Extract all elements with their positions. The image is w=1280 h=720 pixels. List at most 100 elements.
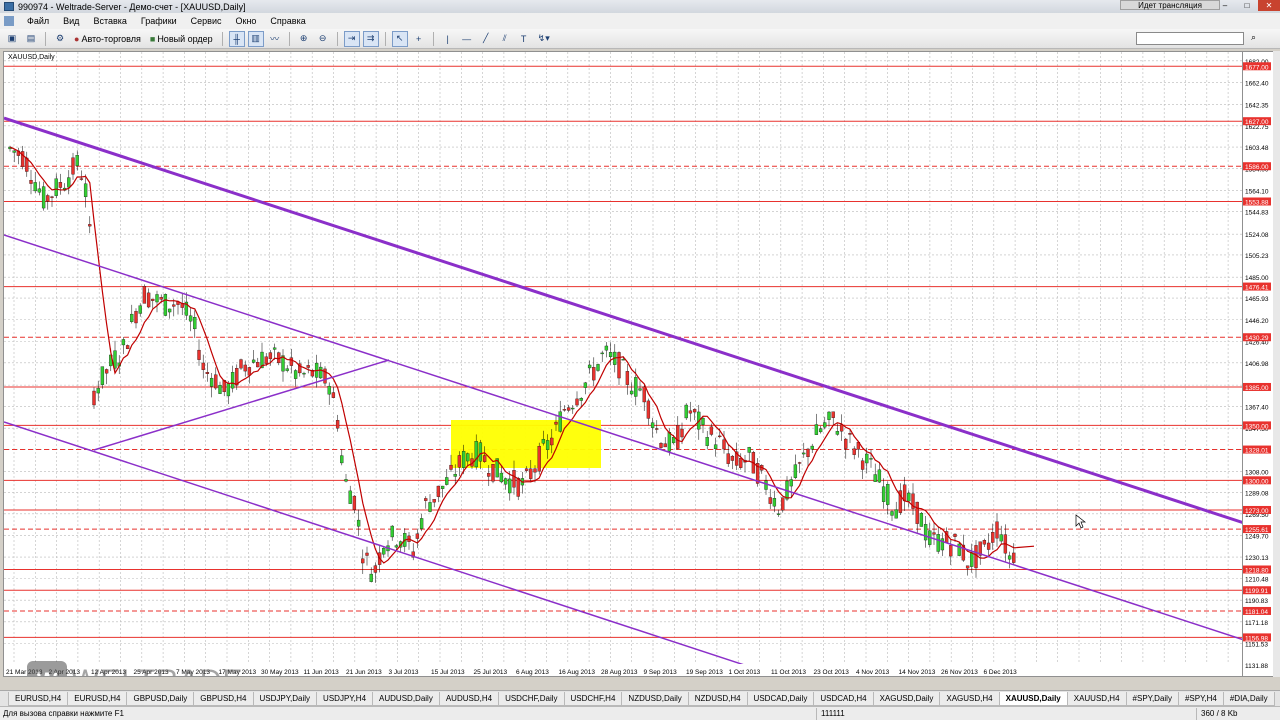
zoom-in-icon[interactable]: ⊕ xyxy=(296,31,312,47)
close-button[interactable]: ✕ xyxy=(1258,0,1280,11)
chart-tab[interactable]: USDJPY,H4 xyxy=(316,691,374,706)
toolbar-separator xyxy=(45,31,46,46)
candle xyxy=(29,180,33,184)
candle xyxy=(533,468,537,473)
new-chart-icon[interactable]: ▣ xyxy=(4,31,20,47)
horizontal-line-icon[interactable]: — xyxy=(459,31,475,47)
scrollbar[interactable] xyxy=(1273,51,1280,677)
chart-shift-icon[interactable]: ⇥ xyxy=(343,30,360,47)
chart-tab[interactable]: AUDUSD,Daily xyxy=(372,691,440,706)
candle xyxy=(356,519,361,527)
date-label: 28 Aug 2013 xyxy=(601,669,638,676)
status-field: 111111 xyxy=(816,708,845,720)
candle xyxy=(970,552,974,567)
bar-chart-icon[interactable]: ╫ xyxy=(228,30,245,47)
chart-tab[interactable]: GBPUSD,Daily xyxy=(126,691,195,706)
toolbar-separator xyxy=(432,31,434,46)
menu-insert[interactable]: Вставка xyxy=(86,16,133,26)
minimize-button[interactable]: – xyxy=(1214,0,1236,11)
candle xyxy=(373,565,378,573)
chart-tab[interactable]: XAUUSD,H4 xyxy=(1066,691,1127,706)
text-icon[interactable]: T xyxy=(516,31,532,47)
moving-average-line xyxy=(9,146,1035,564)
zoom-out-icon[interactable]: ⊖ xyxy=(315,31,331,47)
chart-tab[interactable]: USDCAD,H4 xyxy=(813,691,874,706)
chart-tab[interactable]: #SPY,H4 xyxy=(1177,691,1224,706)
crosshair-icon[interactable]: + xyxy=(411,31,427,47)
candle xyxy=(571,407,575,410)
price-chart[interactable]: 21 Mar 20132 Apr 201312 Apr 201325 Apr 2… xyxy=(4,52,1243,677)
price-tick-label: 1524.08 xyxy=(1245,232,1269,239)
price-tick-label: 1190.83 xyxy=(1245,598,1268,605)
autotrade-button[interactable]: ● Авто-торговля xyxy=(71,34,144,44)
menu-view[interactable]: Вид xyxy=(56,16,86,26)
chart-tab[interactable]: XAGUSD,H4 xyxy=(939,691,1000,706)
chart-tab[interactable]: XAUUSD,Daily xyxy=(998,691,1068,706)
candle xyxy=(936,534,940,552)
new-order-button[interactable]: ■ Новый ордер xyxy=(147,34,216,44)
candle xyxy=(579,398,583,401)
price-axis[interactable]: 1682.001662.401642.351622.751603.481584.… xyxy=(1243,51,1273,677)
chart-tab[interactable]: AUDUSD,H4 xyxy=(438,691,500,706)
candle xyxy=(865,453,869,464)
candle xyxy=(256,362,260,368)
search-icon[interactable]: ⌕ xyxy=(1251,32,1256,43)
chart-tab[interactable]: USDJPY,Daily xyxy=(252,691,318,706)
channel-icon[interactable]: ⫽ xyxy=(497,31,513,47)
date-label: 6 Dec 2013 xyxy=(984,669,1018,676)
chart-tab[interactable]: EURUSD,H4 xyxy=(8,691,69,706)
candle xyxy=(831,411,835,418)
chart-tab[interactable]: USDCHF,Daily xyxy=(498,691,565,706)
candle xyxy=(860,460,865,470)
candle xyxy=(37,188,42,193)
chart-tab[interactable]: GBPUSD,H4 xyxy=(193,691,254,706)
candle xyxy=(642,386,646,403)
candle xyxy=(592,367,596,381)
chart-area[interactable]: 21 Mar 20132 Apr 201312 Apr 201325 Apr 2… xyxy=(3,51,1243,677)
profiles-icon[interactable]: ▤ xyxy=(23,31,39,47)
candle xyxy=(130,313,134,322)
candle xyxy=(558,411,562,432)
arrows-icon[interactable]: ↯▾ xyxy=(535,31,553,47)
chart-tab[interactable]: USDCAD,Daily xyxy=(746,691,815,706)
chart-tab[interactable]: NZDUSD,Daily xyxy=(621,691,689,706)
candle xyxy=(877,469,882,483)
candle xyxy=(172,304,176,307)
menu-charts[interactable]: Графики xyxy=(134,16,184,26)
vertical-line-icon[interactable]: | xyxy=(440,31,456,47)
status-bar: Для вызова справки нажмите F1 111111 360… xyxy=(0,706,1280,720)
menu-help[interactable]: Справка xyxy=(263,16,312,26)
lower-channel-line xyxy=(4,421,781,676)
candle xyxy=(923,524,928,541)
candle xyxy=(810,445,814,450)
chart-tab[interactable]: #DIA,Daily xyxy=(1222,691,1275,706)
candle xyxy=(272,347,277,350)
candle xyxy=(461,450,466,468)
status-help: Для вызова справки нажмите F1 xyxy=(3,709,124,718)
chart-tab[interactable]: USDCHF,H4 xyxy=(563,691,623,706)
trendline-icon[interactable]: ╱ xyxy=(478,31,494,47)
broadcast-indicator[interactable]: Идет трансляция xyxy=(1120,0,1220,10)
line-chart-icon[interactable]: 〰 xyxy=(267,31,283,47)
candle xyxy=(230,372,235,389)
autoscroll-icon[interactable]: ⇉ xyxy=(362,30,379,47)
chart-tab[interactable]: XAGUSD,Daily xyxy=(872,691,941,706)
candle xyxy=(142,286,147,304)
candlestick-icon[interactable]: ▥ xyxy=(247,30,264,47)
chart-tab[interactable]: NZDUSD,H4 xyxy=(687,691,748,706)
market-watch-icon[interactable]: ⚙ xyxy=(52,31,68,47)
document-icon[interactable] xyxy=(4,16,14,26)
level-price-label: 1156.98 xyxy=(1245,635,1268,642)
date-label: 26 Nov 2013 xyxy=(941,669,978,676)
menu-service[interactable]: Сервис xyxy=(184,16,229,26)
candle xyxy=(718,435,722,438)
cursor-icon[interactable]: ↖ xyxy=(391,30,408,47)
search-input[interactable] xyxy=(1136,32,1244,45)
maximize-button[interactable]: □ xyxy=(1236,0,1258,11)
candle xyxy=(869,458,873,460)
chart-tab[interactable]: #SPY,Daily xyxy=(1125,691,1179,706)
candle xyxy=(121,339,126,346)
menu-file[interactable]: Файл xyxy=(20,16,56,26)
chart-tab[interactable]: EURUSD,H4 xyxy=(67,691,128,706)
menu-window[interactable]: Окно xyxy=(229,16,264,26)
